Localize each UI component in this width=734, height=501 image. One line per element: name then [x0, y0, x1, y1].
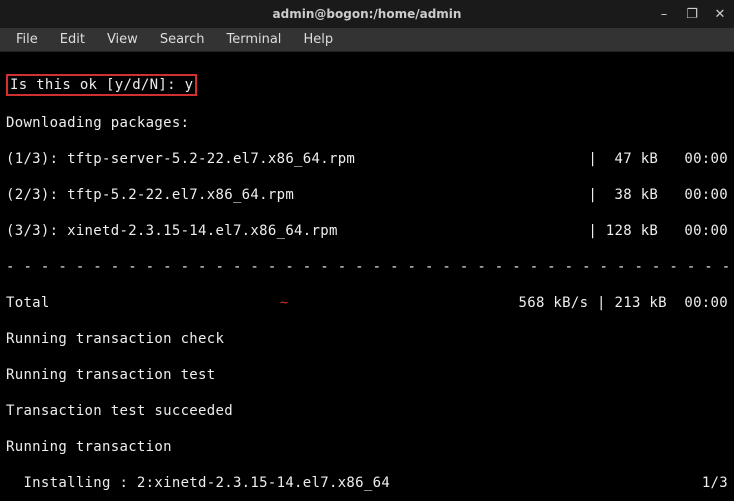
menu-terminal[interactable]: Terminal [216, 30, 291, 49]
install-row-1: Installing : 2:xinetd-2.3.15-14.el7.x86_… [6, 474, 728, 492]
menu-help[interactable]: Help [293, 30, 343, 49]
menu-view[interactable]: View [97, 30, 148, 49]
maximize-button[interactable]: ❐ [682, 4, 702, 24]
menu-bar: File Edit View Search Terminal Help [0, 28, 734, 52]
minimize-button[interactable]: – [654, 4, 674, 24]
menu-file[interactable]: File [6, 30, 48, 49]
trans-running: Running transaction [6, 438, 728, 456]
window-title: admin@bogon:/home/admin [273, 7, 462, 21]
trans-succeeded: Transaction test succeeded [6, 402, 728, 420]
pkg-row-2: (2/3): tftp-5.2-22.el7.x86_64.rpm| 38 kB… [6, 186, 728, 204]
terminal-output[interactable]: Is this ok [y/d/N]: y Downloading packag… [0, 52, 734, 501]
menu-search[interactable]: Search [150, 30, 215, 49]
divider-dashes: - - - - - - - - - - - - - - - - - - - - … [6, 258, 728, 276]
downloading-label: Downloading packages: [6, 114, 728, 132]
progress-tilde-icon: ~ [280, 295, 289, 311]
confirm-prompt: Is this ok [y/d/N]: [10, 77, 185, 93]
window-controls: – ❐ ✕ [654, 4, 730, 24]
close-button[interactable]: ✕ [710, 4, 730, 24]
confirm-answer: y [185, 77, 194, 93]
confirm-highlight: Is this ok [y/d/N]: y [6, 74, 197, 96]
trans-check: Running transaction check [6, 330, 728, 348]
total-row: Total~568 kB/s | 213 kB 00:00 [6, 294, 728, 312]
pkg-row-1: (1/3): tftp-server-5.2-22.el7.x86_64.rpm… [6, 150, 728, 168]
trans-test: Running transaction test [6, 366, 728, 384]
window-titlebar: admin@bogon:/home/admin – ❐ ✕ [0, 0, 734, 28]
menu-edit[interactable]: Edit [50, 30, 95, 49]
pkg-row-3: (3/3): xinetd-2.3.15-14.el7.x86_64.rpm| … [6, 222, 728, 240]
